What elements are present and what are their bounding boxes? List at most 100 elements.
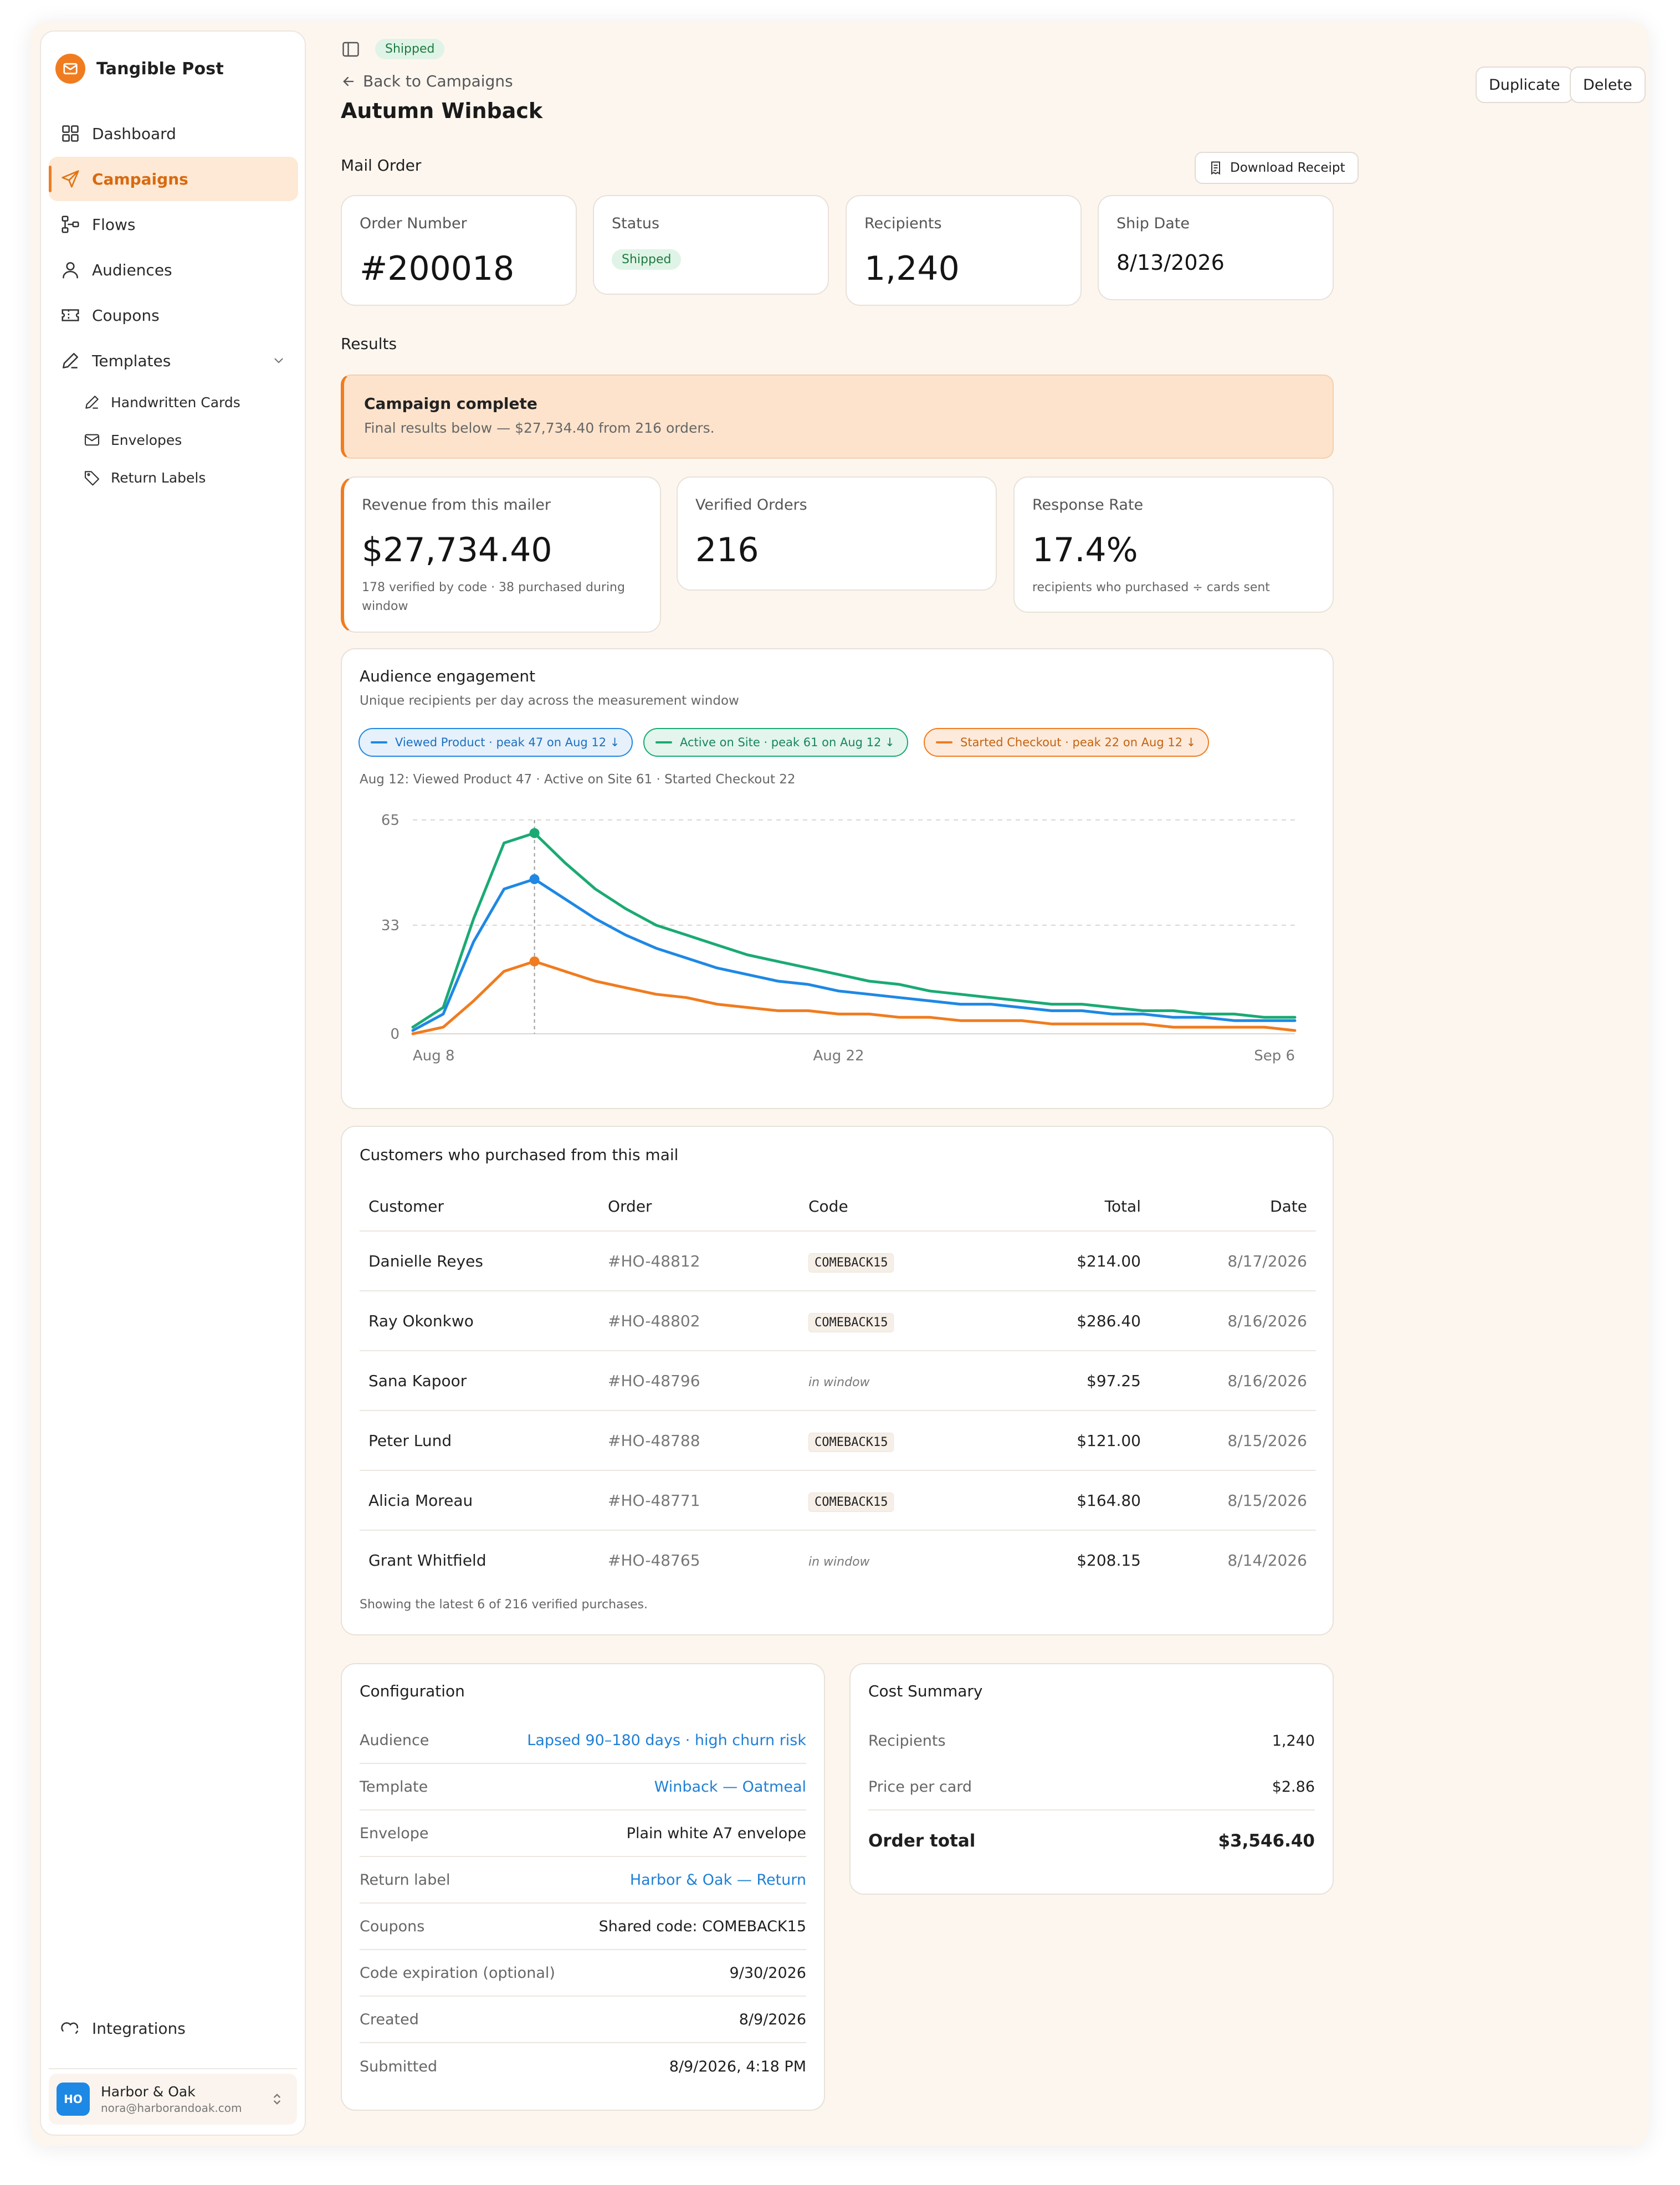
engagement-chart[interactable]: 0 33 65 Aug 8 Aug 22 Sep 6 bbox=[342, 793, 1335, 1104]
order-total: $121.00 bbox=[999, 1410, 1150, 1471]
table-row[interactable]: Danielle Reyes #HO-48812 COMEBACK15 $214… bbox=[360, 1231, 1316, 1291]
templates-submenu: Handwritten Cards Envelopes Return Label… bbox=[49, 384, 298, 496]
download-receipt-label: Download Receipt bbox=[1230, 161, 1345, 175]
campaign-complete-banner: Campaign complete Final results below — … bbox=[341, 375, 1334, 459]
sidebar-item-return-labels[interactable]: Return Labels bbox=[49, 459, 298, 496]
config-key: Return label bbox=[360, 1871, 450, 1889]
template-link[interactable]: Winback — Oatmeal bbox=[654, 1778, 806, 1796]
order-total: $97.25 bbox=[999, 1351, 1150, 1411]
sidebar-item-coupons[interactable]: Coupons bbox=[49, 293, 298, 337]
order-date: 8/14/2026 bbox=[1227, 1551, 1307, 1569]
table-row[interactable]: Peter Lund #HO-48788 COMEBACK15 $121.00 … bbox=[360, 1410, 1316, 1471]
back-link-label: Back to Campaigns bbox=[363, 72, 513, 90]
table-header-row: Customer Order Code Total Date bbox=[360, 1182, 1316, 1232]
sidebar-divider bbox=[49, 2068, 297, 2069]
engagement-subtitle: Unique recipients per day across the mea… bbox=[360, 694, 739, 708]
topbar: Shipped bbox=[341, 39, 445, 59]
verified-orders-value: 216 bbox=[695, 531, 759, 570]
revenue-card: Revenue from this mailer $27,734.40 178 … bbox=[341, 476, 661, 633]
x-tick-label: Aug 8 bbox=[413, 1048, 455, 1064]
sidebar-item-dashboard[interactable]: Dashboard bbox=[49, 111, 298, 156]
order-date: 8/15/2026 bbox=[1150, 1410, 1316, 1471]
sidebar-item-label: Return Labels bbox=[111, 469, 206, 486]
sidebar-item-label: Envelopes bbox=[111, 432, 182, 448]
order-id: #HO-48765 bbox=[608, 1551, 700, 1569]
sidebar-item-label: Integrations bbox=[92, 2019, 186, 2038]
config-key: Template bbox=[360, 1778, 428, 1796]
customer-name: Danielle Reyes bbox=[360, 1231, 599, 1291]
sidebar-item-templates[interactable]: Templates bbox=[49, 338, 298, 383]
attribution-in-window: in window bbox=[808, 1375, 870, 1389]
purchases-table: Customer Order Code Total Date Danielle … bbox=[360, 1182, 1316, 1590]
y-tick-label: 0 bbox=[390, 1026, 399, 1043]
pen-icon bbox=[63, 353, 78, 368]
legend-chip-label: Started Checkout · peak 22 on Aug 12 ↓ bbox=[960, 736, 1196, 749]
account-switcher[interactable]: HO Harbor & Oak nora@harborandoak.com bbox=[49, 2074, 297, 2125]
user-icon bbox=[63, 262, 78, 279]
account-name: Harbor & Oak bbox=[101, 2084, 196, 2100]
table-row[interactable]: Grant Whitfield #HO-48765 in window $208… bbox=[360, 1530, 1316, 1590]
config-value: 8/9/2026 bbox=[739, 2010, 806, 2028]
sidebar-item-envelopes[interactable]: Envelopes bbox=[49, 422, 298, 458]
table-row[interactable]: Ray Okonkwo #HO-48802 COMEBACK15 $286.40… bbox=[360, 1291, 1316, 1351]
sidebar-item-campaigns[interactable]: Campaigns bbox=[49, 157, 298, 201]
config-value: Shared code: COMEBACK15 bbox=[598, 1917, 806, 1935]
code-cell: COMEBACK15 bbox=[800, 1470, 999, 1531]
y-tick-label: 65 bbox=[381, 812, 399, 829]
purchases-card: Customers who purchased from this mail C… bbox=[341, 1126, 1334, 1635]
audience-engagement-card: Audience engagement Unique recipients pe… bbox=[341, 648, 1334, 1109]
integrations-nav: Integrations bbox=[49, 2006, 298, 2051]
order-total-label: Order total bbox=[868, 1831, 976, 1851]
sidebar-item-integrations[interactable]: Integrations bbox=[49, 2006, 298, 2050]
mail-logo-icon bbox=[55, 54, 85, 84]
legend-chip-viewed-product[interactable]: Viewed Product · peak 47 on Aug 12 ↓ bbox=[358, 728, 633, 757]
legend-chip-started-checkout[interactable]: Started Checkout · peak 22 on Aug 12 ↓ bbox=[924, 728, 1210, 757]
legend-swatch bbox=[655, 741, 672, 743]
back-link[interactable]: Back to Campaigns bbox=[341, 72, 513, 90]
legend-chip-active-on-site[interactable]: Active on Site · peak 61 on Aug 12 ↓ bbox=[643, 728, 908, 757]
response-rate-value: 17.4% bbox=[1032, 531, 1138, 570]
customer-name: Alicia Moreau bbox=[360, 1470, 599, 1531]
order-date: 8/16/2026 bbox=[1150, 1291, 1316, 1351]
config-key: Submitted bbox=[360, 2058, 438, 2075]
config-row-audience: Audience Lapsed 90–180 days · high churn… bbox=[360, 1717, 806, 1764]
config-value: Plain white A7 envelope bbox=[626, 1824, 806, 1842]
config-key: Audience bbox=[360, 1731, 429, 1749]
ship-date-label: Ship Date bbox=[1116, 215, 1190, 232]
mail-order-heading: Mail Order bbox=[341, 156, 422, 175]
account-email: nora@harborandoak.com bbox=[101, 2101, 242, 2115]
status-card: Status Shipped bbox=[593, 195, 829, 295]
cost-key: Price per card bbox=[868, 1778, 972, 1796]
sidebar-item-flows[interactable]: Flows bbox=[49, 202, 298, 247]
sidebar-toggle-icon[interactable] bbox=[341, 39, 361, 59]
code-cell: COMEBACK15 bbox=[800, 1291, 999, 1351]
config-key: Coupons bbox=[360, 1917, 425, 1935]
audience-link[interactable]: Lapsed 90–180 days · high churn risk bbox=[527, 1732, 806, 1749]
config-row-submitted: Submitted 8/9/2026, 4:18 PM bbox=[360, 2043, 806, 2090]
sidebar-item-handwritten-cards[interactable]: Handwritten Cards bbox=[49, 384, 298, 420]
sidebar: Tangible Post Dashboard Campaigns Flows … bbox=[40, 30, 306, 2136]
return-label-link[interactable]: Harbor & Oak — Return bbox=[630, 1871, 806, 1889]
configuration-card: Configuration Audience Lapsed 90–180 day… bbox=[341, 1663, 825, 2111]
brand[interactable]: Tangible Post bbox=[55, 54, 224, 84]
table-row[interactable]: Sana Kapoor #HO-48796 in window $97.25 8… bbox=[360, 1351, 1316, 1411]
duplicate-button[interactable]: Duplicate bbox=[1476, 66, 1574, 103]
table-row[interactable]: Alicia Moreau #HO-48771 COMEBACK15 $164.… bbox=[360, 1470, 1316, 1531]
cost-value: 1,240 bbox=[1272, 1732, 1315, 1750]
sidebar-nav: Dashboard Campaigns Flows Audiences Coup… bbox=[49, 111, 298, 497]
series-line-started-checkout bbox=[411, 960, 1297, 1035]
download-receipt-button[interactable]: Download Receipt bbox=[1195, 152, 1359, 184]
chevrons-up-down-icon[interactable] bbox=[269, 2091, 285, 2107]
sidebar-item-audiences[interactable]: Audiences bbox=[49, 248, 298, 292]
sidebar-item-label: Dashboard bbox=[92, 124, 176, 143]
delete-button[interactable]: Delete bbox=[1570, 66, 1646, 103]
column-header-customer: Customer bbox=[360, 1182, 599, 1232]
chevron-down-icon[interactable] bbox=[272, 353, 286, 368]
sidebar-item-label: Flows bbox=[92, 215, 136, 234]
order-id: #HO-48771 bbox=[599, 1470, 800, 1531]
x-tick-label: Aug 22 bbox=[813, 1048, 864, 1064]
arrow-left-icon bbox=[343, 76, 354, 86]
column-header-code: Code bbox=[800, 1182, 999, 1232]
engagement-title: Audience engagement bbox=[360, 667, 536, 685]
order-number: #200018 bbox=[360, 249, 515, 288]
